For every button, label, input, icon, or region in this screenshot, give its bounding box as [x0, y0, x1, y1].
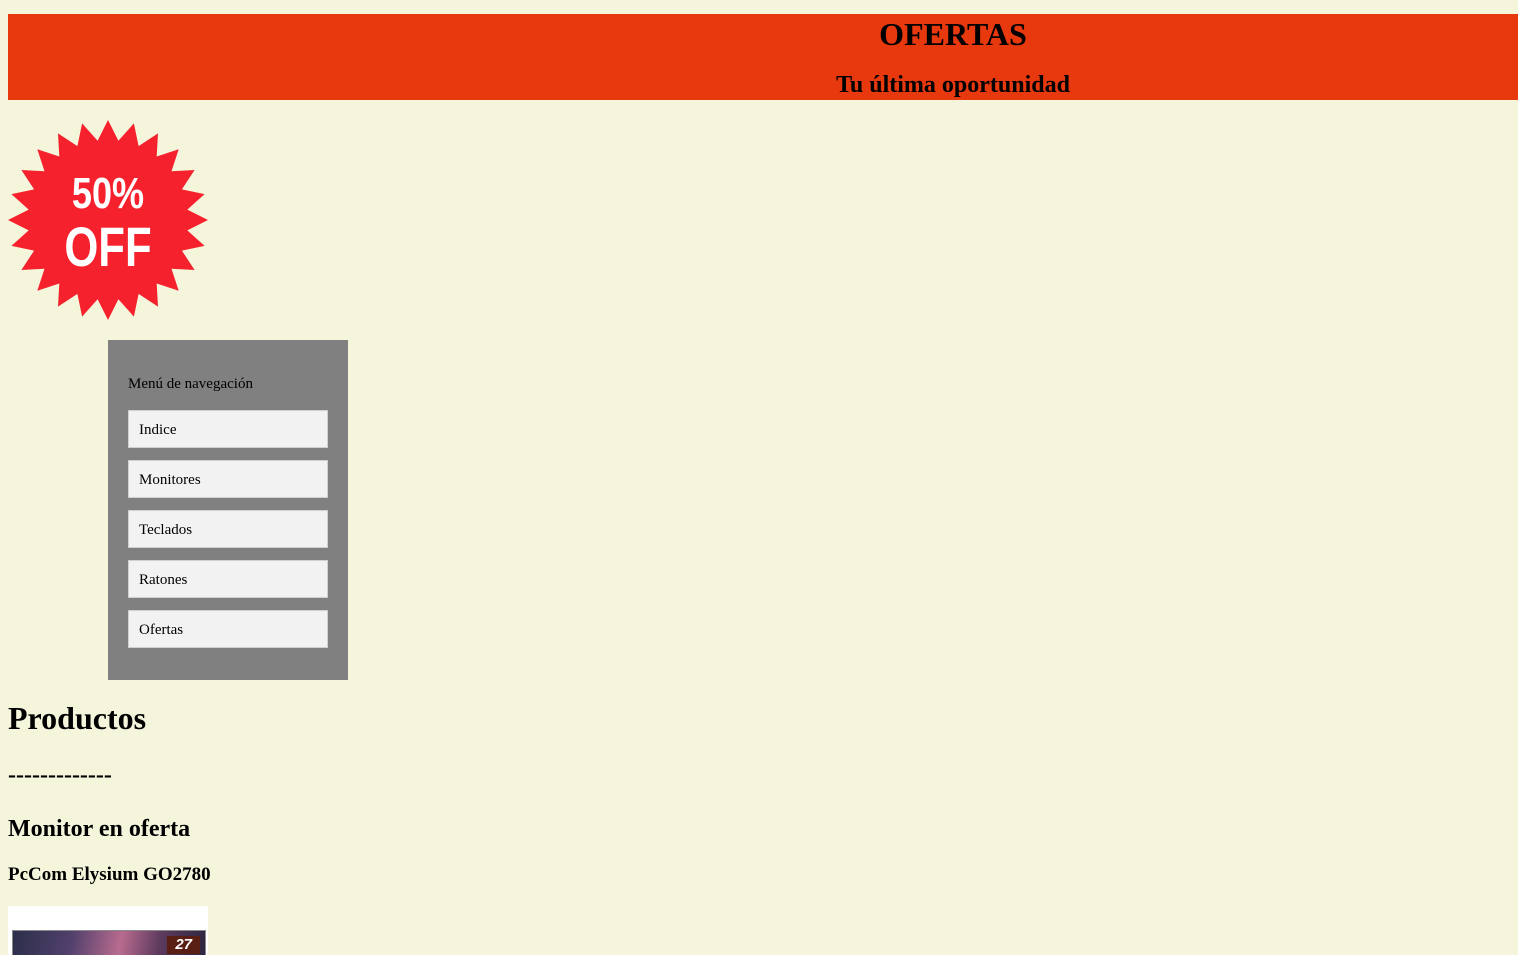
badge-percent: 50% — [72, 169, 144, 218]
nav-item-ofertas[interactable]: Ofertas — [128, 610, 328, 648]
discount-badge: 50% OFF — [8, 120, 208, 320]
nav-item-monitores[interactable]: Monitores — [128, 460, 328, 498]
product-image-size-badge: 27 — [167, 936, 200, 954]
nav-item-teclados[interactable]: Teclados — [128, 510, 328, 548]
nav-item-indice[interactable]: Indice — [128, 410, 328, 448]
page-title: OFERTAS — [879, 16, 1027, 52]
discount-starburst-icon: 50% OFF — [8, 120, 208, 320]
products-heading: Productos — [8, 700, 147, 736]
page-subtitle: Tu última oportunidad — [836, 72, 1070, 98]
product-name: PcCom Elysium GO2780 — [8, 864, 211, 885]
separator-dashes: ------------- — [8, 762, 112, 788]
product-image: 27 — [8, 906, 208, 955]
page-header: OFERTAS Tu última oportunidad — [8, 14, 1518, 100]
section-title: Monitor en oferta — [8, 816, 191, 842]
nav-list: Indice Monitores Teclados Ratones Oferta… — [128, 410, 328, 660]
nav-item-ratones[interactable]: Ratones — [128, 560, 328, 598]
badge-off: OFF — [64, 216, 151, 278]
nav-title: Menú de navegación — [128, 376, 253, 392]
navigation-menu: Menú de navegación Indice Monitores Tecl… — [108, 340, 348, 680]
